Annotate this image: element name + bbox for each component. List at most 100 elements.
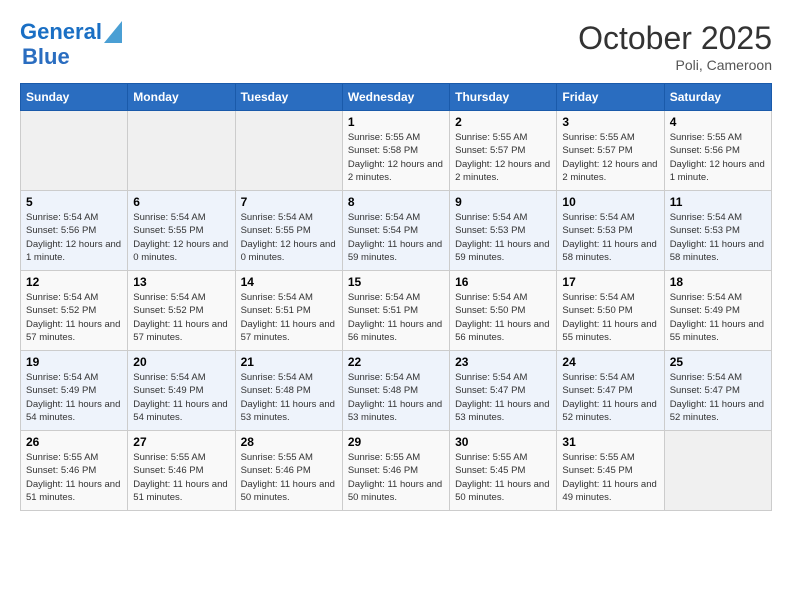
day-number: 20 [133,355,229,369]
day-number: 8 [348,195,444,209]
day-info: Sunrise: 5:55 AMSunset: 5:58 PMDaylight:… [348,131,444,184]
day-info: Sunrise: 5:55 AMSunset: 5:46 PMDaylight:… [348,451,444,504]
calendar-cell: 22 Sunrise: 5:54 AMSunset: 5:48 PMDaylig… [342,351,449,431]
day-number: 29 [348,435,444,449]
day-number: 27 [133,435,229,449]
day-info: Sunrise: 5:55 AMSunset: 5:57 PMDaylight:… [562,131,658,184]
day-number: 3 [562,115,658,129]
weekday-header-saturday: Saturday [664,84,771,111]
day-info: Sunrise: 5:55 AMSunset: 5:45 PMDaylight:… [562,451,658,504]
calendar-week-4: 19 Sunrise: 5:54 AMSunset: 5:49 PMDaylig… [21,351,772,431]
day-number: 22 [348,355,444,369]
day-info: Sunrise: 5:54 AMSunset: 5:48 PMDaylight:… [241,371,337,424]
calendar-cell: 14 Sunrise: 5:54 AMSunset: 5:51 PMDaylig… [235,271,342,351]
calendar-cell: 10 Sunrise: 5:54 AMSunset: 5:53 PMDaylig… [557,191,664,271]
day-info: Sunrise: 5:54 AMSunset: 5:49 PMDaylight:… [26,371,122,424]
logo-icon [104,21,122,43]
day-info: Sunrise: 5:54 AMSunset: 5:47 PMDaylight:… [455,371,551,424]
day-info: Sunrise: 5:54 AMSunset: 5:55 PMDaylight:… [133,211,229,264]
day-number: 19 [26,355,122,369]
day-number: 6 [133,195,229,209]
day-number: 17 [562,275,658,289]
day-info: Sunrise: 5:54 AMSunset: 5:51 PMDaylight:… [241,291,337,344]
day-info: Sunrise: 5:54 AMSunset: 5:49 PMDaylight:… [670,291,766,344]
calendar-cell: 18 Sunrise: 5:54 AMSunset: 5:49 PMDaylig… [664,271,771,351]
calendar-cell: 23 Sunrise: 5:54 AMSunset: 5:47 PMDaylig… [450,351,557,431]
day-info: Sunrise: 5:55 AMSunset: 5:56 PMDaylight:… [670,131,766,184]
day-number: 21 [241,355,337,369]
day-info: Sunrise: 5:54 AMSunset: 5:50 PMDaylight:… [455,291,551,344]
weekday-header-sunday: Sunday [21,84,128,111]
calendar-cell: 25 Sunrise: 5:54 AMSunset: 5:47 PMDaylig… [664,351,771,431]
day-number: 26 [26,435,122,449]
weekday-header-friday: Friday [557,84,664,111]
logo-text: General [20,20,102,44]
calendar-cell [21,111,128,191]
calendar-cell: 2 Sunrise: 5:55 AMSunset: 5:57 PMDayligh… [450,111,557,191]
calendar-cell: 27 Sunrise: 5:55 AMSunset: 5:46 PMDaylig… [128,431,235,511]
calendar-cell: 21 Sunrise: 5:54 AMSunset: 5:48 PMDaylig… [235,351,342,431]
day-number: 4 [670,115,766,129]
day-number: 15 [348,275,444,289]
calendar-cell: 13 Sunrise: 5:54 AMSunset: 5:52 PMDaylig… [128,271,235,351]
day-number: 1 [348,115,444,129]
title-block: October 2025 Poli, Cameroon [578,20,772,73]
day-info: Sunrise: 5:54 AMSunset: 5:52 PMDaylight:… [26,291,122,344]
calendar-week-5: 26 Sunrise: 5:55 AMSunset: 5:46 PMDaylig… [21,431,772,511]
calendar-cell: 1 Sunrise: 5:55 AMSunset: 5:58 PMDayligh… [342,111,449,191]
day-info: Sunrise: 5:55 AMSunset: 5:57 PMDaylight:… [455,131,551,184]
calendar-cell: 7 Sunrise: 5:54 AMSunset: 5:55 PMDayligh… [235,191,342,271]
day-number: 10 [562,195,658,209]
calendar-cell: 4 Sunrise: 5:55 AMSunset: 5:56 PMDayligh… [664,111,771,191]
calendar-cell [235,111,342,191]
calendar-cell: 30 Sunrise: 5:55 AMSunset: 5:45 PMDaylig… [450,431,557,511]
calendar-cell: 8 Sunrise: 5:54 AMSunset: 5:54 PMDayligh… [342,191,449,271]
calendar-cell: 5 Sunrise: 5:54 AMSunset: 5:56 PMDayligh… [21,191,128,271]
calendar-cell: 24 Sunrise: 5:54 AMSunset: 5:47 PMDaylig… [557,351,664,431]
calendar-cell: 19 Sunrise: 5:54 AMSunset: 5:49 PMDaylig… [21,351,128,431]
month-title: October 2025 [578,20,772,57]
logo: General Blue [20,20,122,70]
day-info: Sunrise: 5:54 AMSunset: 5:53 PMDaylight:… [670,211,766,264]
weekday-header-tuesday: Tuesday [235,84,342,111]
calendar-week-2: 5 Sunrise: 5:54 AMSunset: 5:56 PMDayligh… [21,191,772,271]
calendar-cell: 26 Sunrise: 5:55 AMSunset: 5:46 PMDaylig… [21,431,128,511]
calendar-cell [128,111,235,191]
logo-blue: Blue [22,44,70,70]
weekday-header-row: SundayMondayTuesdayWednesdayThursdayFrid… [21,84,772,111]
day-number: 11 [670,195,766,209]
weekday-header-wednesday: Wednesday [342,84,449,111]
calendar-cell: 6 Sunrise: 5:54 AMSunset: 5:55 PMDayligh… [128,191,235,271]
day-number: 7 [241,195,337,209]
day-number: 23 [455,355,551,369]
day-info: Sunrise: 5:54 AMSunset: 5:51 PMDaylight:… [348,291,444,344]
calendar-table: SundayMondayTuesdayWednesdayThursdayFrid… [20,83,772,511]
calendar-cell: 28 Sunrise: 5:55 AMSunset: 5:46 PMDaylig… [235,431,342,511]
page-header: General Blue October 2025 Poli, Cameroon [20,20,772,73]
day-info: Sunrise: 5:54 AMSunset: 5:53 PMDaylight:… [562,211,658,264]
day-number: 13 [133,275,229,289]
day-info: Sunrise: 5:54 AMSunset: 5:49 PMDaylight:… [133,371,229,424]
day-number: 2 [455,115,551,129]
day-number: 18 [670,275,766,289]
calendar-cell: 9 Sunrise: 5:54 AMSunset: 5:53 PMDayligh… [450,191,557,271]
calendar-cell: 3 Sunrise: 5:55 AMSunset: 5:57 PMDayligh… [557,111,664,191]
day-number: 28 [241,435,337,449]
day-number: 30 [455,435,551,449]
day-info: Sunrise: 5:54 AMSunset: 5:48 PMDaylight:… [348,371,444,424]
day-number: 5 [26,195,122,209]
calendar-cell: 11 Sunrise: 5:54 AMSunset: 5:53 PMDaylig… [664,191,771,271]
day-info: Sunrise: 5:54 AMSunset: 5:47 PMDaylight:… [562,371,658,424]
calendar-cell: 17 Sunrise: 5:54 AMSunset: 5:50 PMDaylig… [557,271,664,351]
day-number: 12 [26,275,122,289]
day-info: Sunrise: 5:55 AMSunset: 5:46 PMDaylight:… [26,451,122,504]
day-info: Sunrise: 5:54 AMSunset: 5:55 PMDaylight:… [241,211,337,264]
day-info: Sunrise: 5:55 AMSunset: 5:46 PMDaylight:… [133,451,229,504]
day-info: Sunrise: 5:54 AMSunset: 5:56 PMDaylight:… [26,211,122,264]
day-info: Sunrise: 5:54 AMSunset: 5:54 PMDaylight:… [348,211,444,264]
day-info: Sunrise: 5:54 AMSunset: 5:53 PMDaylight:… [455,211,551,264]
day-info: Sunrise: 5:55 AMSunset: 5:45 PMDaylight:… [455,451,551,504]
day-info: Sunrise: 5:55 AMSunset: 5:46 PMDaylight:… [241,451,337,504]
day-info: Sunrise: 5:54 AMSunset: 5:52 PMDaylight:… [133,291,229,344]
location-subtitle: Poli, Cameroon [578,57,772,73]
